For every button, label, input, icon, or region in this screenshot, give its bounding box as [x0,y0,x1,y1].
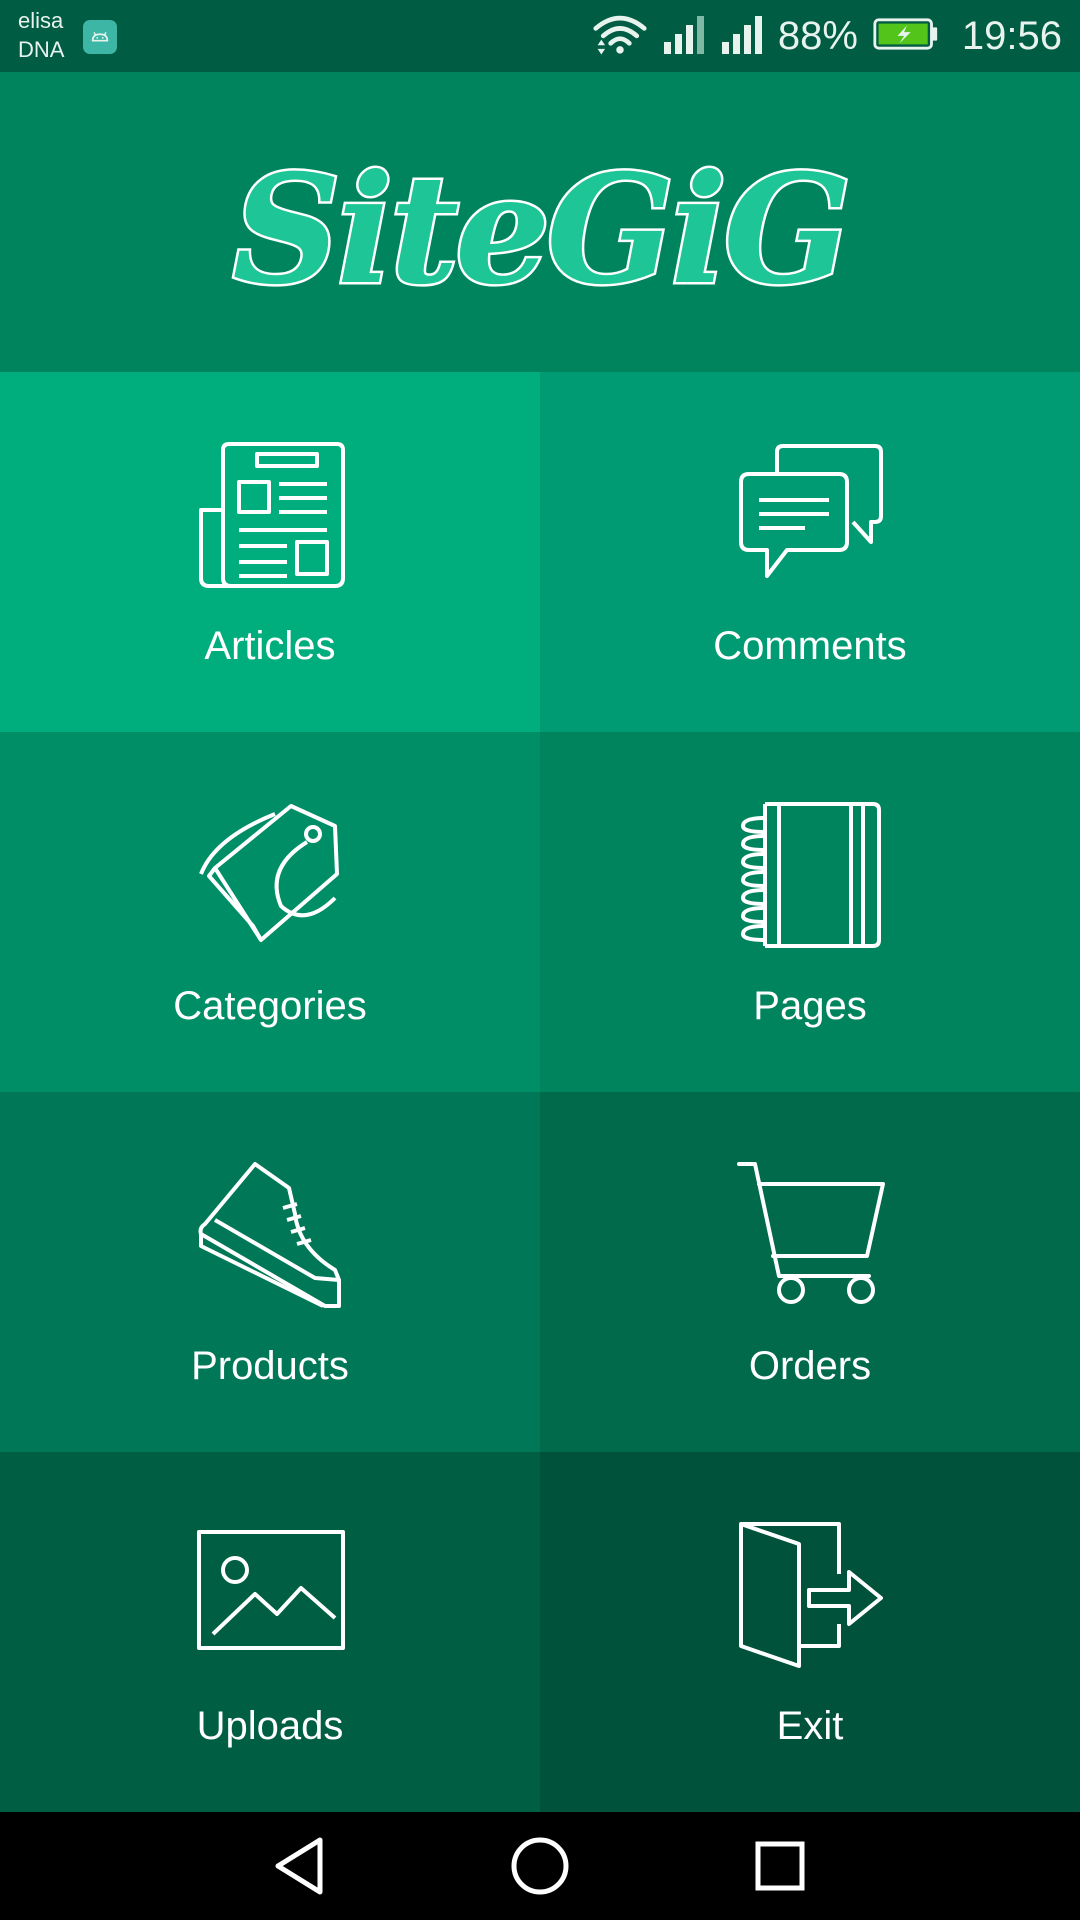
exit-door-icon [735,1518,885,1668]
menu-tile-categories[interactable]: Categories [0,732,540,1092]
shopping-cart-icon [735,1158,885,1308]
clock: 19:56 [961,13,1062,58]
menu-tile-uploads[interactable]: Uploads [0,1452,540,1812]
recents-icon[interactable] [748,1834,812,1898]
android-notification-icon [83,20,117,54]
carrier-label: elisa DNA [18,6,64,64]
menu-label-categories: Categories [173,984,367,1028]
main-menu-grid: Articles Comments Categories Pages Produ… [0,372,1080,1812]
chat-bubbles-icon [735,438,885,588]
app-header: SiteGiG [0,72,1080,372]
newspaper-icon [195,438,345,588]
status-icons: 88% 19:56 [592,0,1062,72]
signal-icon [720,14,764,59]
menu-label-products: Products [191,1344,349,1388]
menu-label-orders: Orders [748,1344,872,1388]
signal-icon [662,14,706,59]
app-screen: elisa DNA 88% 19:56 SiteGiG Articles Com… [0,0,1080,1920]
battery-percent: 88% [777,13,858,58]
back-icon[interactable] [270,1834,334,1898]
carrier-line-1: elisa [18,8,64,33]
menu-tile-products[interactable]: Products [0,1092,540,1452]
image-icon [195,1518,345,1668]
battery-charging-icon [872,17,940,56]
menu-label-pages: Pages [753,984,867,1028]
notebook-icon [735,798,885,948]
menu-tile-pages[interactable]: Pages [540,732,1080,1092]
status-bar: elisa DNA 88% 19:56 [0,0,1080,72]
menu-label-comments: Comments [713,624,907,668]
wifi-icon [592,13,648,60]
tag-icon [195,798,345,948]
carrier-line-2: DNA [18,37,65,62]
menu-label-uploads: Uploads [196,1704,344,1748]
menu-tile-orders[interactable]: Orders [540,1092,1080,1452]
menu-tile-comments[interactable]: Comments [540,372,1080,732]
sneaker-icon [195,1158,345,1308]
system-nav-bar [0,1812,1080,1920]
menu-label-articles: Articles [204,624,336,668]
menu-tile-articles[interactable]: Articles [0,372,540,732]
app-logo: SiteGiG [230,140,854,321]
home-icon[interactable] [508,1834,572,1898]
menu-label-exit: Exit [776,1704,844,1748]
menu-tile-exit[interactable]: Exit [540,1452,1080,1812]
